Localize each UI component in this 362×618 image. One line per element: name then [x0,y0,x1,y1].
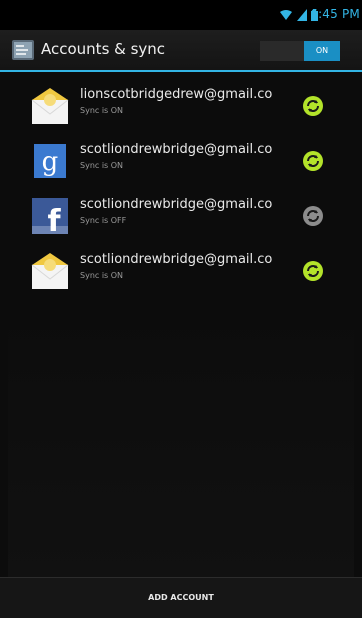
email-icon [31,253,69,289]
facebook-icon: f [32,198,68,236]
sync-master-toggle[interactable]: ON [260,41,340,61]
status-bar: 6:45 PM [0,0,362,30]
sync-off-icon[interactable] [302,205,324,227]
account-row[interactable]: lionscotbridgedrew@gmail.co Sync is ON [0,80,362,135]
svg-text:f: f [47,204,61,236]
account-sync-status: Sync is ON [80,106,124,115]
account-email: scotliondrewbridge@gmail.co [80,252,273,267]
signal-icon [297,9,307,21]
page-title: Accounts & sync [41,40,166,58]
empty-list-area [8,300,354,577]
account-row[interactable]: scotliondrewbridge@gmail.co Sync is ON [0,245,362,300]
add-account-button[interactable]: ADD ACCOUNT [0,578,362,618]
status-time: 6:45 PM [310,7,360,21]
account-list: lionscotbridgedrew@gmail.co Sync is ON g… [0,72,362,300]
email-icon [31,88,69,124]
sync-on-icon[interactable] [302,150,324,172]
sync-on-icon[interactable] [302,260,324,282]
account-email: scotliondrewbridge@gmail.co [80,197,273,212]
account-sync-status: Sync is OFF [80,216,127,225]
settings-app-icon[interactable] [11,38,35,62]
account-row[interactable]: g scotliondrewbridge@gmail.co Sync is ON [0,135,362,190]
action-bar: Accounts & sync ON [0,30,362,72]
account-sync-status: Sync is ON [80,161,124,170]
screen: 6:45 PM Accounts & sync ON lionscotbridg… [0,0,362,618]
sync-on-icon[interactable] [302,95,324,117]
toggle-on-label: ON [304,41,340,61]
account-email: scotliondrewbridge@gmail.co [80,142,273,157]
account-row[interactable]: f scotliondrewbridge@gmail.co Sync is OF… [0,190,362,245]
account-sync-status: Sync is ON [80,271,124,280]
google-icon: g [34,144,66,178]
wifi-icon [280,10,292,20]
svg-text:g: g [42,147,59,177]
account-email: lionscotbridgedrew@gmail.co [80,87,273,102]
